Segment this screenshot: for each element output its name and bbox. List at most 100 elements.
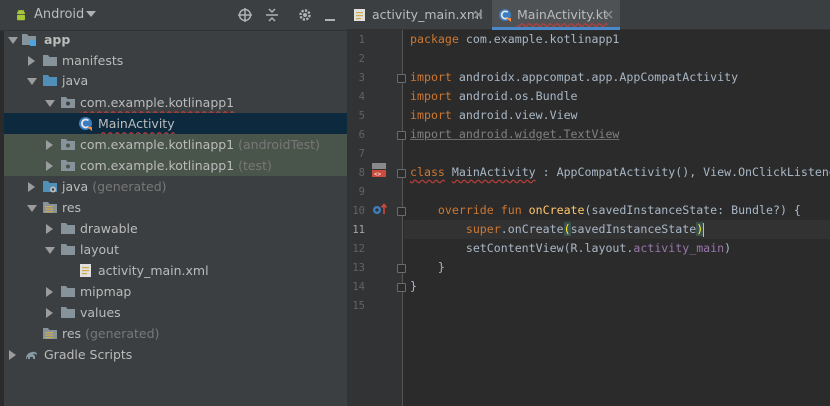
code-line[interactable]: import android.os.Bundle [404, 87, 830, 106]
project-panel: Android app manifests java com.example.k… [0, 0, 347, 406]
code-editor: activity_main.xml MainActivity.kt 1 2 3 … [347, 0, 830, 406]
minimize-icon[interactable] [322, 7, 338, 23]
tree-label: drawable [80, 221, 138, 236]
chevron-right-icon[interactable] [46, 161, 53, 171]
tree-node-main-activity[interactable]: MainActivity [4, 113, 347, 134]
tree-node-drawable[interactable]: drawable [4, 218, 347, 239]
editor-tab-bar: activity_main.xml MainActivity.kt [347, 0, 830, 30]
line-number: 2 [358, 53, 365, 65]
tree-label: java [62, 73, 89, 88]
folder-icon [61, 244, 75, 255]
tree-node-layout[interactable]: layout [4, 239, 347, 260]
line-number: 14 [352, 281, 365, 293]
code-line[interactable]: class MainActivity : AppCompatActivity()… [404, 163, 830, 182]
chevron-down-icon[interactable] [45, 100, 55, 107]
tree-label: res [62, 200, 82, 215]
line-number: 11 [352, 224, 365, 236]
editor-gutter: 1 2 3 4 5 6 7 8 9 10 11 12 13 14 15 <> [347, 30, 406, 406]
kotlin-class-icon [499, 9, 511, 22]
close-icon[interactable] [474, 10, 483, 19]
tree-node-mipmap[interactable]: mipmap [4, 281, 347, 302]
code-line[interactable]: } [404, 258, 830, 277]
code-line[interactable]: } [404, 277, 830, 296]
resource-folder-icon [43, 202, 57, 213]
tab-label: MainActivity.kt [517, 7, 608, 22]
close-icon[interactable] [604, 10, 613, 19]
line-number: 8 [358, 167, 365, 179]
generated-source-folder-icon [43, 181, 57, 193]
tree-label: activity_main.xml [98, 263, 209, 278]
tree-node-package[interactable]: com.example.kotlinapp1 [4, 92, 347, 113]
code-line[interactable]: package com.example.kotlinapp1 [404, 30, 830, 49]
layout-file-icon [80, 264, 91, 277]
chevron-down-icon[interactable] [8, 37, 18, 44]
chevron-right-icon[interactable] [46, 287, 53, 297]
tree-node-app[interactable]: app [4, 29, 347, 50]
tree-node-java-generated[interactable]: java (generated) [4, 176, 347, 197]
chevron-right-icon[interactable] [46, 140, 53, 150]
line-number: 7 [358, 148, 365, 160]
tab-label: activity_main.xml [372, 7, 483, 22]
code-line[interactable] [404, 296, 830, 315]
line-number: 13 [352, 262, 365, 274]
view-selector[interactable]: Android [34, 7, 84, 22]
tree-node-res[interactable]: res [4, 197, 347, 218]
chevron-right-icon[interactable] [46, 308, 53, 318]
tree-label: com.example.kotlinapp1 (test) [80, 158, 272, 173]
tree-node-java[interactable]: java [4, 70, 347, 91]
code-line[interactable]: override fun onCreate(savedInstanceState… [404, 201, 830, 220]
code-area[interactable]: package com.example.kotlinapp1 import an… [404, 30, 830, 406]
line-number: 10 [352, 205, 365, 217]
package-icon [61, 139, 75, 150]
tree-node-gradle-scripts[interactable]: Gradle Scripts [4, 344, 347, 365]
tree-label: java (generated) [62, 179, 167, 194]
chevron-right-icon[interactable] [46, 224, 53, 234]
code-line[interactable] [404, 182, 830, 201]
override-method-icon[interactable] [371, 201, 389, 217]
android-icon [17, 9, 25, 21]
code-line-current[interactable]: super.onCreate(savedInstanceState) [404, 220, 830, 239]
run-class-icon[interactable]: <> [371, 162, 389, 178]
tree-label: com.example.kotlinapp1 [80, 95, 235, 110]
folder-icon [61, 286, 75, 297]
tree-label: Gradle Scripts [44, 347, 133, 362]
chevron-down-icon[interactable] [27, 78, 37, 85]
tree-label: values [80, 305, 121, 320]
line-number: 15 [352, 300, 365, 312]
locate-icon[interactable] [237, 7, 253, 23]
tab-activity-main-xml[interactable]: activity_main.xml [347, 0, 490, 30]
line-number: 5 [358, 110, 365, 122]
chevron-down-icon[interactable] [45, 247, 55, 254]
kotlin-class-icon [79, 117, 92, 131]
line-number: 6 [358, 129, 365, 141]
line-number: 3 [358, 72, 365, 84]
tree-node-manifests[interactable]: manifests [4, 50, 347, 71]
chevron-right-icon[interactable] [28, 182, 35, 192]
tab-main-activity-kt[interactable]: MainActivity.kt [492, 0, 620, 30]
code-line[interactable] [404, 144, 830, 163]
line-number: 4 [358, 91, 365, 103]
package-icon [61, 160, 75, 171]
code-line[interactable]: setContentView(R.layout.activity_main) [404, 239, 830, 258]
gear-icon[interactable] [297, 7, 313, 23]
tree-node-res-generated[interactable]: res (generated) [4, 323, 347, 344]
chevron-right-icon[interactable] [9, 350, 16, 360]
tree-node-package-test[interactable]: com.example.kotlinapp1 (test) [4, 155, 347, 176]
source-folder-icon [43, 75, 57, 86]
tree-node-values[interactable]: values [4, 302, 347, 323]
chevron-down-icon[interactable] [27, 205, 37, 212]
tree-label: layout [80, 242, 120, 257]
tree-label: res (generated) [62, 326, 160, 341]
gradle-icon [26, 351, 37, 359]
svg-text:<>: <> [374, 171, 382, 178]
code-line[interactable] [404, 49, 830, 68]
tree-node-activity-main-xml[interactable]: activity_main.xml [4, 260, 347, 281]
tree-node-package-android-test[interactable]: com.example.kotlinapp1 (androidTest) [4, 134, 347, 155]
code-line[interactable]: import androidx.appcompat.app.AppCompatA… [404, 68, 830, 87]
chevron-right-icon[interactable] [28, 56, 35, 66]
tree-label: mipmap [80, 284, 132, 299]
collapse-all-icon[interactable] [264, 7, 280, 23]
chevron-down-icon[interactable] [86, 11, 96, 17]
code-line[interactable]: import android.view.View [404, 106, 830, 125]
code-line[interactable]: import android.widget.TextView [404, 125, 830, 144]
